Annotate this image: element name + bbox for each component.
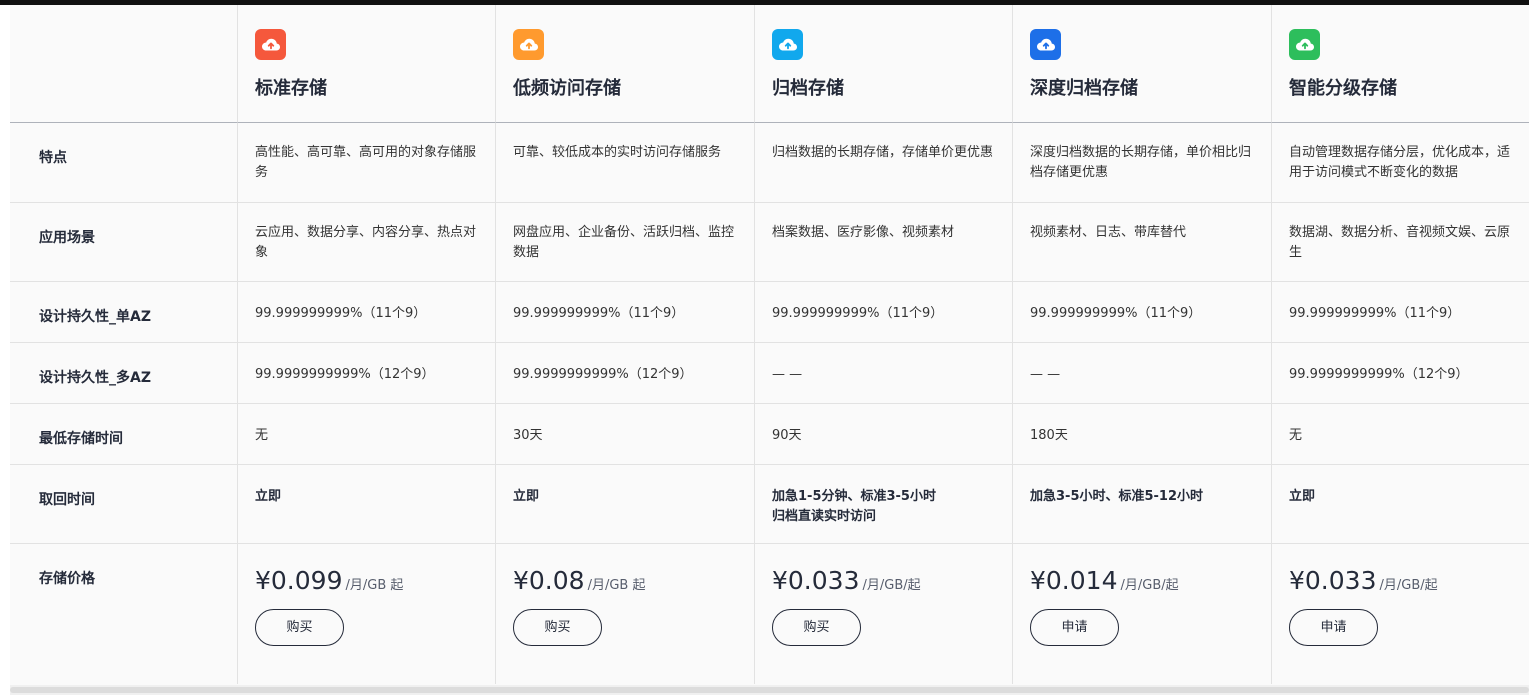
price-display: ¥0.014/月/GB/起 (1030, 566, 1271, 595)
scrollbar-thumb[interactable] (10, 687, 1529, 693)
table-cell: 立即 (1272, 465, 1529, 544)
horizontal-scrollbar[interactable] (10, 685, 1529, 695)
row-label: 应用场景 (10, 203, 238, 282)
price-display: ¥0.033/月/GB/起 (772, 566, 1012, 595)
table-cell: 99.999999999%（11个9） (1272, 282, 1529, 343)
table-cell: 99.999999999%（11个9） (496, 282, 755, 343)
table-cell: 归档数据的长期存储，存储单价更优惠 (755, 123, 1013, 203)
price-cell: ¥0.033/月/GB/起购买 (755, 544, 1013, 684)
price-cell: ¥0.033/月/GB/起申请 (1272, 544, 1529, 684)
table-cell: 自动管理数据存储分层，优化成本，适用于访问模式不断变化的数据 (1272, 123, 1529, 203)
price-unit: /月/GB 起 (345, 578, 404, 593)
table-cell: 30天 (496, 404, 755, 465)
apply-button[interactable]: 申请 (1289, 609, 1378, 646)
cloud-upload-icon (513, 29, 544, 60)
product-header-cell: 标准存储 (238, 5, 496, 123)
row-label: 最低存储时间 (10, 404, 238, 465)
table-cell: 180天 (1013, 404, 1272, 465)
price-cell: ¥0.014/月/GB/起申请 (1013, 544, 1272, 684)
cloud-upload-icon (772, 29, 803, 60)
table-cell: 云应用、数据分享、内容分享、热点对象 (238, 203, 496, 282)
product-header-cell: 低频访问存储 (496, 5, 755, 123)
table-cell: 档案数据、医疗影像、视频素材 (755, 203, 1013, 282)
cloud-upload-icon (1030, 29, 1061, 60)
table-cell: 立即 (496, 465, 755, 544)
price-unit: /月/GB/起 (862, 578, 921, 593)
apply-button[interactable]: 申请 (1030, 609, 1119, 646)
price-amount: ¥0.099 (255, 566, 343, 595)
product-header-cell: 深度归档存储 (1013, 5, 1272, 123)
row-label: 取回时间 (10, 465, 238, 544)
table-cell: 网盘应用、企业备份、活跃归档、监控数据 (496, 203, 755, 282)
table-cell: 无 (238, 404, 496, 465)
row-label: 设计持久性_多AZ (10, 343, 238, 404)
product-header-cell: 智能分级存储 (1272, 5, 1529, 123)
product-name: 低频访问存储 (513, 78, 621, 99)
table-cell: 99.999999999%（11个9） (755, 282, 1013, 343)
table-cell: — — (1013, 343, 1272, 404)
price-cell: ¥0.099/月/GB 起购买 (238, 544, 496, 684)
table-cell: 数据湖、数据分析、音视频文娱、云原生 (1272, 203, 1529, 282)
price-amount: ¥0.08 (513, 566, 585, 595)
cloud-upload-icon (255, 29, 286, 60)
table-cell: 无 (1272, 404, 1529, 465)
table-cell: 99.999999999%（11个9） (1013, 282, 1272, 343)
price-display: ¥0.08/月/GB 起 (513, 566, 754, 595)
row-label: 特点 (10, 123, 238, 203)
table-cell: 99.9999999999%（12个9） (496, 343, 755, 404)
product-name: 深度归档存储 (1030, 78, 1138, 99)
table-cell: 立即 (238, 465, 496, 544)
table-cell: 90天 (755, 404, 1013, 465)
price-cell: ¥0.08/月/GB 起购买 (496, 544, 755, 684)
buy-button[interactable]: 购买 (513, 609, 602, 646)
price-unit: /月/GB/起 (1120, 578, 1179, 593)
buy-button[interactable]: 购买 (772, 609, 861, 646)
table-cell: 99.9999999999%（12个9） (238, 343, 496, 404)
table-cell: 99.9999999999%（12个9） (1272, 343, 1529, 404)
product-name: 归档存储 (772, 78, 844, 99)
price-amount: ¥0.014 (1030, 566, 1118, 595)
price-display: ¥0.099/月/GB 起 (255, 566, 495, 595)
row-label: 设计持久性_单AZ (10, 282, 238, 343)
price-amount: ¥0.033 (1289, 566, 1377, 595)
table-cell: 加急1-5分钟、标准3-5小时 归档直读实时访问 (755, 465, 1013, 544)
product-name: 标准存储 (255, 78, 327, 99)
price-display: ¥0.033/月/GB/起 (1289, 566, 1529, 595)
header-corner-cell (10, 5, 238, 123)
left-margin (0, 5, 10, 685)
buy-button[interactable]: 购买 (255, 609, 344, 646)
table-cell: 视频素材、日志、带库替代 (1013, 203, 1272, 282)
price-unit: /月/GB 起 (587, 578, 646, 593)
table-cell: — — (755, 343, 1013, 404)
price-amount: ¥0.033 (772, 566, 860, 595)
table-cell: 深度归档数据的长期存储，单价相比归档存储更优惠 (1013, 123, 1272, 203)
table-cell: 加急3-5小时、标准5-12小时 (1013, 465, 1272, 544)
table-cell: 高性能、高可靠、高可用的对象存储服务 (238, 123, 496, 203)
cloud-upload-icon (1289, 29, 1320, 60)
price-unit: /月/GB/起 (1379, 578, 1438, 593)
table-cell: 可靠、较低成本的实时访问存储服务 (496, 123, 755, 203)
row-label: 存储价格 (10, 544, 238, 684)
storage-comparison-table: 标准存储 低频访问存储 归档存储 深度归档存储 智能分级存储特点 高性能、高可靠、高可用的… (10, 5, 1529, 685)
table-cell: 99.999999999%（11个9） (238, 282, 496, 343)
product-header-cell: 归档存储 (755, 5, 1013, 123)
product-name: 智能分级存储 (1289, 78, 1397, 99)
